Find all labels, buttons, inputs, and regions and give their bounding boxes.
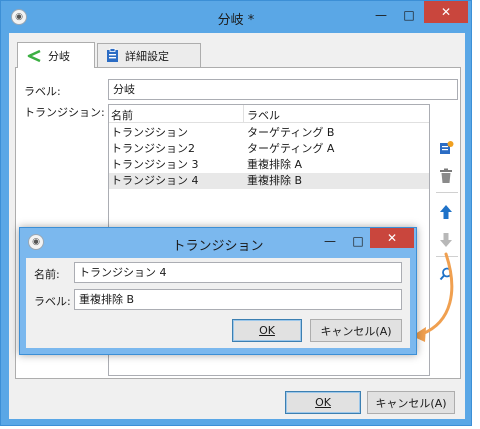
dialog-titlebar[interactable]: ◉ トランジション — □ ✕ [20,228,416,256]
tab-branch[interactable]: 分岐 [17,42,95,68]
name-field-label: 名前: [34,268,60,281]
move-up-icon[interactable] [436,202,456,222]
row-name: トランジション 4 [111,174,199,187]
table-row-selected[interactable]: トランジション 4 重複排除 B [109,173,429,189]
ok-button-label: OK [315,396,331,409]
dialog-cancel-button[interactable]: キャンセル(A) [310,319,402,342]
tab-label: 分岐 [48,49,70,63]
main-window: ◉ 分岐 * — □ ✕ 分岐 詳細設定 ラベル: 分岐 トランジション: 名前… [0,0,472,426]
name-field[interactable]: トランジション 4 [74,262,402,283]
cancel-button[interactable]: キャンセル(A) [367,391,455,414]
dialog-label-field[interactable]: 重複排除 B [74,289,402,310]
list-header: 名前 ラベル [109,105,429,123]
add-icon[interactable] [436,138,456,158]
transition-dialog: ◉ トランジション — □ ✕ 名前: トランジション 4 ラベル: 重複排除 … [19,227,417,355]
dialog-close-button[interactable]: ✕ [370,228,414,248]
transitions-label: トランジション: [24,106,105,119]
label-field-label: ラベル: [24,85,61,98]
row-label: 重複排除 A [247,158,303,171]
table-row[interactable]: トランジション2 ターゲティング A [109,141,429,157]
label-field[interactable]: 分岐 [108,79,458,100]
move-down-icon[interactable] [436,230,456,250]
maximize-button[interactable]: □ [395,5,423,25]
dialog-ok-button[interactable]: OK [232,319,302,342]
branch-icon [27,49,41,62]
tab-label: 詳細設定 [125,49,169,63]
dialog-client-area: 名前: トランジション 4 ラベル: 重複排除 B OK キャンセル(A) [26,258,410,348]
table-row[interactable]: トランジション 3 重複排除 A [109,157,429,173]
main-titlebar[interactable]: ◉ 分岐 * — □ ✕ [1,1,471,33]
row-label: 重複排除 B [247,174,303,187]
main-client-area: 分岐 詳細設定 ラベル: 分岐 トランジション: 名前 ラベル トランジション … [9,33,465,419]
toolbar-separator [436,192,458,193]
row-name: トランジション2 [111,142,195,155]
dialog-maximize-button[interactable]: □ [344,231,372,251]
column-header-label[interactable]: ラベル [247,107,280,123]
row-label: ターゲティング A [247,142,335,155]
table-row[interactable]: トランジション ターゲティング B [109,125,429,141]
close-button[interactable]: ✕ [424,1,468,23]
ok-button[interactable]: OK [285,391,361,414]
column-divider [243,105,244,123]
row-name: トランジション [111,126,188,139]
clipboard-icon [107,48,118,62]
delete-icon[interactable] [436,166,456,186]
minimize-button[interactable]: — [367,5,395,25]
dialog-label-field-label: ラベル: [34,295,71,308]
dialog-cancel-button-label: キャンセル(A) [320,324,392,338]
row-name: トランジション 3 [111,158,199,171]
column-header-name[interactable]: 名前 [111,107,133,123]
cancel-button-label: キャンセル(A) [375,396,447,410]
row-label: ターゲティング B [247,126,335,139]
dialog-minimize-button[interactable]: — [316,231,344,251]
tab-advanced-settings[interactable]: 詳細設定 [97,43,201,67]
dialog-ok-button-label: OK [259,324,275,337]
